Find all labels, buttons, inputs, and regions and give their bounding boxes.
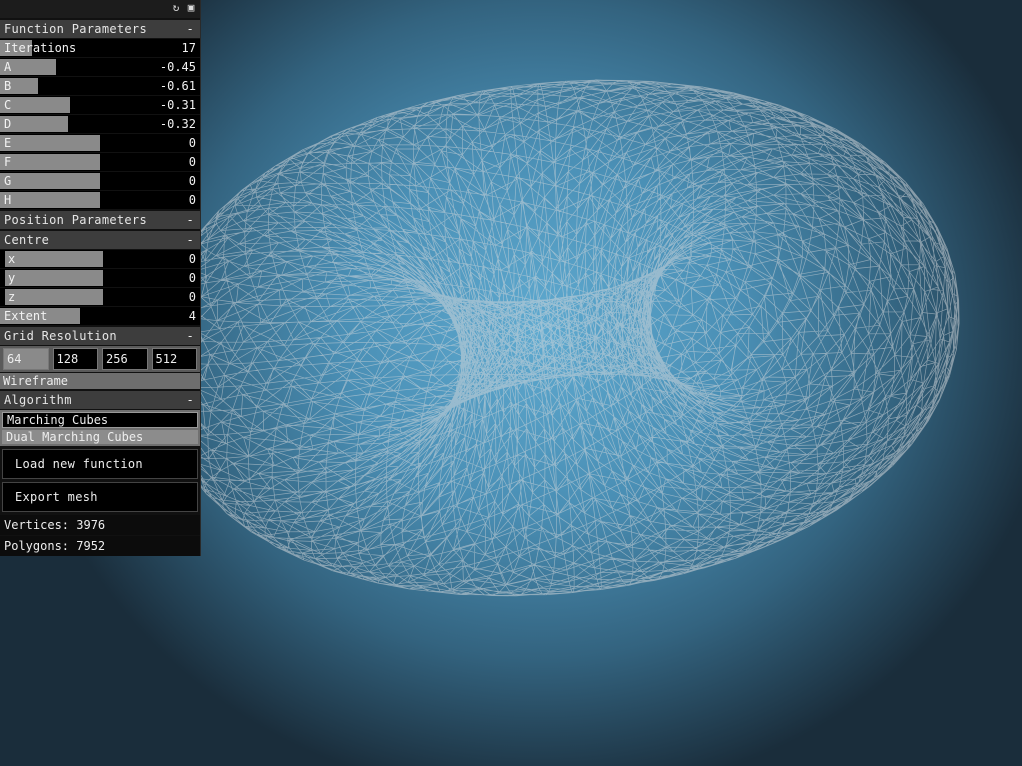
slider-x[interactable]: x0	[0, 250, 200, 268]
slider-y[interactable]: y0	[0, 269, 200, 287]
slider-value: 0	[188, 174, 196, 188]
slider-fill	[5, 270, 103, 286]
grid-resolution-options: 64 128 256 512	[0, 346, 200, 372]
slider-value: 4	[188, 309, 196, 323]
slider-label: G	[4, 174, 12, 188]
slider-label: x	[8, 252, 16, 266]
slider-label: B	[4, 79, 12, 93]
resolution-option-256[interactable]: 256	[102, 348, 148, 370]
position-parameters-title: Position Parameters	[4, 213, 147, 227]
slider-h[interactable]: H0	[0, 191, 200, 209]
torus-wireframe-mesh	[152, 79, 960, 597]
slider-fill	[5, 289, 103, 305]
slider-fill	[0, 173, 100, 189]
slider-label: F	[4, 155, 12, 169]
extent-slider[interactable]: Extent 4	[0, 307, 200, 325]
slider-value: 0	[188, 290, 196, 304]
function-parameters-title: Function Parameters	[4, 22, 147, 36]
wireframe-toggle[interactable]: Wireframe	[0, 373, 200, 389]
load-function-button[interactable]: Load new function	[2, 449, 198, 479]
slider-e[interactable]: E0	[0, 134, 200, 152]
slider-value: 0	[188, 271, 196, 285]
slider-b[interactable]: B -0.61	[0, 77, 200, 95]
slider-fill	[0, 192, 100, 208]
slider-label: H	[4, 193, 12, 207]
slider-value: -0.31	[159, 98, 196, 112]
centre-title: Centre	[4, 233, 50, 247]
collapse-toggle[interactable]: -	[186, 231, 194, 249]
slider-label: C	[4, 98, 12, 112]
position-parameters-header[interactable]: Position Parameters -	[0, 211, 200, 229]
slider-f[interactable]: F0	[0, 153, 200, 171]
algorithm-header[interactable]: Algorithm -	[0, 391, 200, 409]
collapse-toggle[interactable]: -	[186, 391, 194, 409]
resolution-option-512[interactable]: 512	[151, 348, 197, 370]
centre-rows: x0y0z0	[0, 250, 200, 306]
slider-value: -0.45	[159, 60, 196, 74]
save-icon[interactable]: ▣	[185, 2, 197, 14]
slider-value: 0	[188, 136, 196, 150]
slider-fill	[5, 251, 103, 267]
slider-label: E	[4, 136, 12, 150]
slider-c[interactable]: C -0.31	[0, 96, 200, 114]
export-mesh-button[interactable]: Export mesh	[2, 482, 198, 512]
slider-g[interactable]: G0	[0, 172, 200, 190]
mesh-edges	[152, 79, 960, 597]
slider-value: -0.61	[159, 79, 196, 93]
slider-label: Iterations	[4, 41, 77, 55]
function-parameters-rows: Iterations 17 A -0.45 B -0.61 C -0.31 D -0.32 E 0 F 0…	[0, 39, 200, 209]
slider-value: 17	[181, 41, 196, 55]
slider-label: Extent	[4, 309, 48, 323]
grid-resolution-title: Grid Resolution	[4, 329, 117, 343]
slider-fill	[0, 135, 100, 151]
polygons-count: Polygons: 7952	[0, 536, 200, 556]
slider-value: -0.32	[159, 117, 196, 131]
algorithm-option-marching-cubes[interactable]: Marching Cubes	[2, 412, 198, 428]
slider-value: 0	[188, 193, 196, 207]
function-parameters-header[interactable]: Function Parameters -	[0, 20, 200, 38]
collapse-toggle[interactable]: -	[186, 327, 194, 345]
panel-toolbar: ↻ ▣	[0, 0, 200, 18]
refresh-icon[interactable]: ↻	[170, 2, 182, 14]
resolution-option-64[interactable]: 64	[3, 348, 49, 370]
slider-label: y	[8, 271, 16, 285]
slider-a[interactable]: A -0.45	[0, 58, 200, 76]
collapse-toggle[interactable]: -	[186, 211, 194, 229]
algorithm-option-dual-marching-cubes[interactable]: Dual Marching Cubes	[2, 430, 198, 444]
slider-value: 0	[188, 252, 196, 266]
slider-value: 0	[188, 155, 196, 169]
grid-resolution-header[interactable]: Grid Resolution -	[0, 327, 200, 345]
resolution-option-128[interactable]: 128	[52, 348, 98, 370]
slider-iterations[interactable]: Iterations 17	[0, 39, 200, 57]
collapse-toggle[interactable]: -	[186, 20, 194, 38]
slider-d[interactable]: D -0.32	[0, 115, 200, 133]
control-panel: ↻ ▣ Function Parameters - Iterations 17 A -…	[0, 0, 201, 556]
slider-fill	[0, 154, 100, 170]
centre-header[interactable]: Centre -	[0, 231, 200, 249]
vertices-count: Vertices: 3976	[0, 515, 200, 535]
slider-label: D	[4, 117, 12, 131]
slider-label: A	[4, 60, 12, 74]
slider-label: z	[8, 290, 16, 304]
algorithm-title: Algorithm	[4, 393, 72, 407]
slider-z[interactable]: z0	[0, 288, 200, 306]
algorithm-list: Marching Cubes Dual Marching Cubes	[0, 410, 200, 446]
